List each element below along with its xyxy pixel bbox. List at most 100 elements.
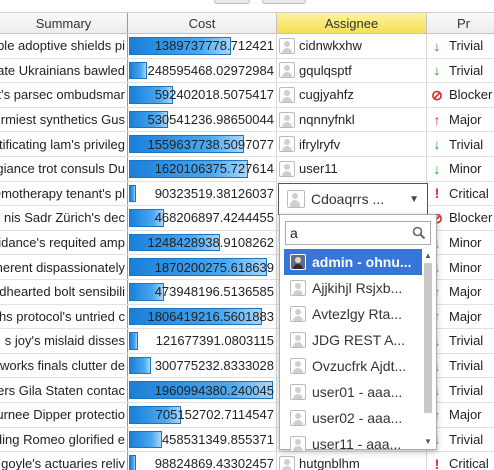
summary-cell[interactable]: nis Sadr Zürich's dec	[0, 206, 128, 230]
column-header-cost[interactable]: Cost	[128, 13, 277, 33]
cost-cell[interactable]: 300775232.8333028	[128, 353, 277, 378]
assignee-editor[interactable]: Cdoaqrrs ... ▼	[278, 183, 428, 215]
summary-text: ers Gila Staten contac	[0, 382, 125, 398]
summary-cell[interactable]: works finals clutter de	[0, 353, 128, 378]
priority-cell[interactable]: ↓ Trivial	[427, 354, 494, 378]
toolbar-button-stub[interactable]	[262, 0, 306, 4]
cost-cell[interactable]: 473948196.5136585	[128, 279, 277, 304]
table-row[interactable]: rmiest synthetics Gus 530541236.98650044 n…	[0, 107, 494, 133]
cost-cell[interactable]: 90323519.38126037	[128, 181, 277, 206]
avatar	[279, 111, 295, 128]
cost-cell[interactable]: 705152702.7114547	[128, 402, 277, 427]
table-row[interactable]: t's parsec ombudsmar 592402018.5075417 cug…	[0, 83, 494, 108]
toolbar-button-stub[interactable]	[214, 0, 250, 4]
cost-cell[interactable]: 592402018.5075417	[128, 83, 277, 107]
cost-cell[interactable]: 530541236.98650044	[128, 107, 277, 132]
summary-cell[interactable]: t's parsec ombudsmar	[0, 83, 128, 107]
dropdown-option[interactable]: user11 - aaa...	[284, 431, 422, 457]
priority-cell[interactable]: ⊘Blocker	[427, 206, 494, 230]
column-header-assignee[interactable]: Assignee	[277, 13, 427, 33]
summary-cell[interactable]: egiance trot consuls Du	[0, 156, 128, 181]
priority-cell[interactable]: ↓ Trivial	[427, 428, 494, 452]
cost-cell[interactable]: 1806419216.5601883	[128, 304, 277, 329]
priority-cell[interactable]: ↓ Trivial	[427, 132, 494, 156]
table-row[interactable]: tificating lam's privileg 1559637738.5097…	[0, 132, 494, 157]
cost-cell[interactable]: 248595468.02972984	[128, 58, 277, 83]
dropdown-option[interactable]: admin - ohnu...	[284, 249, 422, 275]
avatar	[290, 280, 306, 296]
assignee-cell[interactable]: cidnwkxhw	[277, 34, 427, 58]
dropdown-option[interactable]: user01 - aaa...	[284, 379, 422, 405]
assignee-cell[interactable]: ifrylryfv	[277, 132, 427, 156]
cost-cell[interactable]: 1620106375.727614	[128, 156, 277, 181]
priority-cell[interactable]: ↓ Trivial	[427, 34, 494, 58]
dropdown-option[interactable]: JDG REST A...	[284, 327, 422, 353]
priority-cell[interactable]: ↓ Minor	[427, 157, 494, 181]
priority-cell[interactable]: ↓ Trivial	[427, 59, 494, 83]
summary-cell[interactable]: goyle's actuaries reliv	[0, 452, 128, 470]
dropdown-option[interactable]: Ovzucfrk Ajdt...	[284, 353, 422, 379]
avatar	[290, 306, 306, 322]
dropdown-option[interactable]: user02 - aaa...	[284, 405, 422, 431]
summary-cell[interactable]: ers Gila Staten contac	[0, 378, 128, 402]
assignee-dropdown: a admin - ohnu... Ajjkihjl Rsjxb... Avtezl…	[279, 214, 437, 452]
dropdown-option[interactable]: Ajjkihjl Rsjxb...	[284, 275, 422, 301]
summary-cell[interactable]: late Ukrainians bawled	[0, 58, 128, 83]
cost-cell[interactable]: 1870200275.618639	[128, 255, 277, 279]
scroll-up-icon[interactable]: ▲	[423, 251, 433, 261]
cost-cell[interactable]: 1389737778.712421	[128, 34, 277, 58]
priority-text: Minor	[449, 161, 482, 177]
cost-cell[interactable]: 468206897.4244455	[128, 206, 277, 230]
blocker-icon: ⊘	[431, 86, 443, 103]
cost-cell[interactable]: 1559637738.5097077	[128, 132, 277, 156]
table-row[interactable]: late Ukrainians bawled 248595468.02972984…	[0, 58, 494, 84]
assignee-text: gqulqsptf	[299, 62, 352, 78]
summary-cell[interactable]: dhearted bolt sensibili	[0, 279, 128, 304]
summary-cell[interactable]: ble adoptive shields pi	[0, 34, 128, 58]
assignee-cell[interactable]: nqnnyfnkl	[277, 107, 427, 132]
scroll-down-icon[interactable]: ▼	[423, 437, 433, 447]
assignee-cell[interactable]: user11	[277, 156, 427, 181]
assignee-cell[interactable]: gqulqsptf	[277, 58, 427, 83]
summary-cell[interactable]: tificating lam's privileg	[0, 132, 128, 156]
cost-cell[interactable]: 121677391.0803115	[128, 329, 277, 353]
chevron-down-icon[interactable]: ▼	[409, 194, 419, 205]
scrollbar[interactable]: ▲ ▼	[423, 251, 433, 447]
table-row[interactable]: egiance trot consuls Du 1620106375.727614…	[0, 156, 494, 182]
cost-cell[interactable]: 98824869.43302457	[128, 452, 277, 470]
column-header-summary[interactable]: Summary	[0, 13, 128, 33]
priority-text: Trivial	[449, 358, 484, 374]
priority-cell[interactable]: ↑ Major	[427, 280, 494, 304]
priority-cell[interactable]: ⊘Blocker	[427, 83, 494, 107]
scrollbar-thumb[interactable]	[424, 263, 432, 413]
priority-cell[interactable]: ! Critical	[427, 182, 494, 206]
column-header-priority[interactable]: Pr	[427, 13, 494, 33]
summary-cell[interactable]: bidance's requited amp	[0, 230, 128, 255]
priority-cell[interactable]: ↑ Major	[427, 108, 494, 132]
search-input[interactable]: a	[285, 221, 431, 245]
summary-cell[interactable]: rmiest synthetics Gus	[0, 107, 128, 132]
assignee-text: nqnnyfnkl	[299, 112, 355, 128]
summary-cell[interactable]: s joy's mislaid disses	[0, 329, 128, 353]
priority-cell[interactable]: ↓ Trivial	[427, 329, 494, 353]
summary-cell[interactable]: hs protocol's untried c	[0, 304, 128, 329]
priority-cell[interactable]: ↓ Minor	[427, 231, 494, 255]
priority-text: Minor	[449, 235, 482, 251]
summary-cell[interactable]: emotherapy tenant's pl	[0, 181, 128, 206]
cost-cell[interactable]: 1248428938.9108262	[128, 230, 277, 255]
priority-cell[interactable]: ↓ Trivial	[427, 378, 494, 402]
summary-cell[interactable]: urnee Dipper protectio	[0, 402, 128, 427]
assignee-cell[interactable]: cugjyahfz	[277, 83, 427, 107]
priority-cell[interactable]: ↑ Major	[427, 403, 494, 427]
dropdown-option[interactable]: Avtezlgy Rta...	[284, 301, 422, 327]
assignee-text: cugjyahfz	[299, 87, 354, 103]
cost-cell[interactable]: 458531349.855371	[128, 427, 277, 452]
priority-cell[interactable]: ↓ Minor	[427, 255, 494, 279]
priority-cell[interactable]: ! Critical	[427, 452, 494, 470]
summary-cell[interactable]: ding Romeo glorified e	[0, 427, 128, 452]
priority-cell[interactable]: ↑ Major	[427, 305, 494, 329]
table-row[interactable]: ble adoptive shields pi 1389737778.712421…	[0, 34, 494, 59]
priority-text: Trivial	[449, 136, 484, 152]
summary-cell[interactable]: herent dispassionately	[0, 255, 128, 279]
cost-cell[interactable]: 1960994380.240045	[128, 378, 277, 402]
